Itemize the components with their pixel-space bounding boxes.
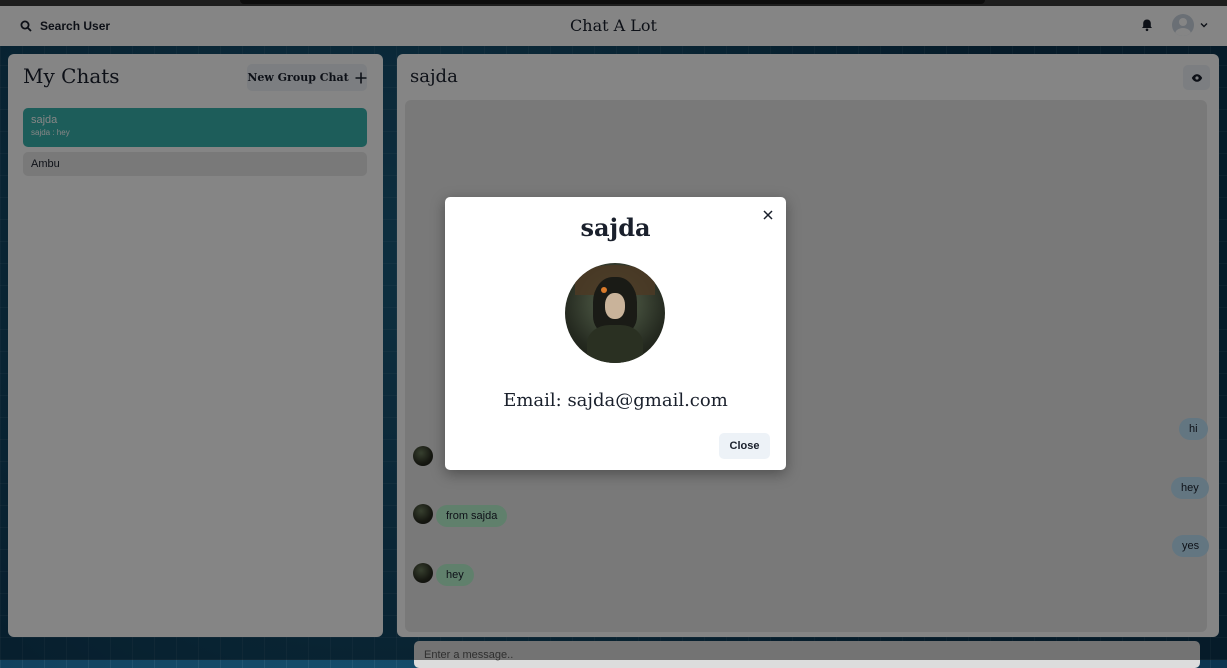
profile-email: Email: sajda@gmail.com <box>503 390 728 411</box>
close-button[interactable]: Close <box>719 433 770 459</box>
modal-close-button[interactable] <box>759 206 777 224</box>
modal-title: sajda <box>580 213 651 242</box>
profile-picture <box>565 263 665 363</box>
close-icon <box>763 210 773 220</box>
profile-modal: sajda Email: sajda@gmail.com Close <box>445 197 786 470</box>
